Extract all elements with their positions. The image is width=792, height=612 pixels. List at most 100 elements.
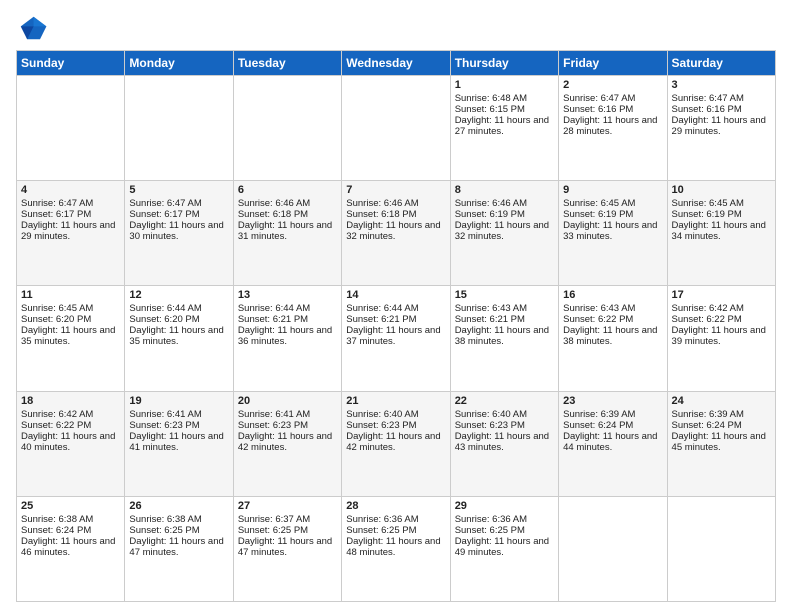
sunset-text: Sunset: 6:17 PM (21, 209, 91, 220)
calendar-cell (17, 76, 125, 181)
sunrise-text: Sunrise: 6:45 AM (563, 198, 635, 209)
daylight-text: Daylight: 11 hours and 41 minutes. (129, 431, 223, 453)
calendar-cell: 28 Sunrise: 6:36 AMSunset: 6:25 PMDayligh… (342, 496, 450, 601)
calendar-cell: 26 Sunrise: 6:38 AMSunset: 6:25 PMDayligh… (125, 496, 233, 601)
daylight-text: Daylight: 11 hours and 35 minutes. (21, 325, 115, 347)
day-number: 23 (563, 395, 662, 407)
calendar-cell (559, 496, 667, 601)
day-number: 18 (21, 395, 120, 407)
sunset-text: Sunset: 6:15 PM (455, 104, 525, 115)
calendar-cell: 23Sunrise: 6:39 AMSunset: 6:24 PMDayligh… (559, 391, 667, 496)
day-number: 25 (21, 500, 120, 512)
sunrise-text: Sunrise: 6:40 AM (455, 409, 527, 420)
day-header-sunday: Sunday (17, 51, 125, 76)
day-number: 16 (563, 289, 662, 301)
daylight-text: Daylight: 11 hours and 49 minutes. (455, 536, 549, 558)
sunset-text: Sunset: 6:19 PM (672, 209, 742, 220)
sunrise-text: Sunrise: 6:47 AM (129, 198, 201, 209)
daylight-text: Daylight: 11 hours and 30 minutes. (129, 220, 223, 242)
day-number: 26 (129, 500, 228, 512)
calendar-cell: 24Sunrise: 6:39 AMSunset: 6:24 PMDayligh… (667, 391, 775, 496)
calendar-cell: 8Sunrise: 6:46 AMSunset: 6:19 PMDaylight… (450, 181, 558, 286)
calendar-header-row: SundayMondayTuesdayWednesdayThursdayFrid… (17, 51, 776, 76)
day-number: 12 (129, 289, 228, 301)
sunset-text: Sunset: 6:23 PM (455, 420, 525, 431)
sunrise-text: Sunrise: 6:44 AM (238, 303, 310, 314)
sunset-text: Sunset: 6:20 PM (21, 314, 91, 325)
calendar-cell: 21Sunrise: 6:40 AMSunset: 6:23 PMDayligh… (342, 391, 450, 496)
sunrise-text: Sunrise: 6:38 AM (129, 514, 201, 525)
sunset-text: Sunset: 6:16 PM (563, 104, 633, 115)
day-number: 19 (129, 395, 228, 407)
day-header-saturday: Saturday (667, 51, 775, 76)
sunset-text: Sunset: 6:25 PM (455, 525, 525, 536)
sunset-text: Sunset: 6:21 PM (346, 314, 416, 325)
day-number: 28 (346, 500, 445, 512)
sunset-text: Sunset: 6:19 PM (563, 209, 633, 220)
daylight-text: Daylight: 11 hours and 42 minutes. (238, 431, 332, 453)
sunrise-text: Sunrise: 6:42 AM (672, 303, 744, 314)
week-row-0: 1Sunrise: 6:48 AMSunset: 6:15 PMDaylight… (17, 76, 776, 181)
calendar-cell: 29Sunrise: 6:36 AMSunset: 6:25 PMDayligh… (450, 496, 558, 601)
day-number: 8 (455, 184, 554, 196)
daylight-text: Daylight: 11 hours and 31 minutes. (238, 220, 332, 242)
day-number: 29 (455, 500, 554, 512)
sunrise-text: Sunrise: 6:47 AM (672, 93, 744, 104)
day-number: 5 (129, 184, 228, 196)
sunset-text: Sunset: 6:23 PM (346, 420, 416, 431)
sunset-text: Sunset: 6:19 PM (455, 209, 525, 220)
day-header-tuesday: Tuesday (233, 51, 341, 76)
calendar-cell: 14Sunrise: 6:44 AMSunset: 6:21 PMDayligh… (342, 286, 450, 391)
daylight-text: Daylight: 11 hours and 36 minutes. (238, 325, 332, 347)
calendar-cell: 20Sunrise: 6:41 AMSunset: 6:23 PMDayligh… (233, 391, 341, 496)
calendar-cell (233, 76, 341, 181)
sunset-text: Sunset: 6:25 PM (346, 525, 416, 536)
daylight-text: Daylight: 11 hours and 43 minutes. (455, 431, 549, 453)
day-number: 22 (455, 395, 554, 407)
sunrise-text: Sunrise: 6:39 AM (672, 409, 744, 420)
daylight-text: Daylight: 11 hours and 45 minutes. (672, 431, 766, 453)
day-number: 21 (346, 395, 445, 407)
calendar-cell (342, 76, 450, 181)
daylight-text: Daylight: 11 hours and 34 minutes. (672, 220, 766, 242)
calendar-cell: 5 Sunrise: 6:47 AMSunset: 6:17 PMDaylight… (125, 181, 233, 286)
daylight-text: Daylight: 11 hours and 48 minutes. (346, 536, 440, 558)
week-row-2: 11Sunrise: 6:45 AMSunset: 6:20 PMDayligh… (17, 286, 776, 391)
day-number: 20 (238, 395, 337, 407)
calendar-cell: 18Sunrise: 6:42 AMSunset: 6:22 PMDayligh… (17, 391, 125, 496)
calendar-cell: 16Sunrise: 6:43 AMSunset: 6:22 PMDayligh… (559, 286, 667, 391)
daylight-text: Daylight: 11 hours and 39 minutes. (672, 325, 766, 347)
daylight-text: Daylight: 11 hours and 29 minutes. (672, 115, 766, 137)
calendar-cell: 27Sunrise: 6:37 AMSunset: 6:25 PMDayligh… (233, 496, 341, 601)
sunset-text: Sunset: 6:17 PM (129, 209, 199, 220)
header (16, 12, 776, 44)
sunset-text: Sunset: 6:21 PM (455, 314, 525, 325)
day-header-wednesday: Wednesday (342, 51, 450, 76)
logo (16, 12, 52, 44)
sunrise-text: Sunrise: 6:47 AM (21, 198, 93, 209)
sunrise-text: Sunrise: 6:36 AM (346, 514, 418, 525)
sunrise-text: Sunrise: 6:46 AM (238, 198, 310, 209)
sunset-text: Sunset: 6:25 PM (238, 525, 308, 536)
sunset-text: Sunset: 6:22 PM (672, 314, 742, 325)
sunrise-text: Sunrise: 6:39 AM (563, 409, 635, 420)
day-header-friday: Friday (559, 51, 667, 76)
calendar-cell: 13Sunrise: 6:44 AMSunset: 6:21 PMDayligh… (233, 286, 341, 391)
sunset-text: Sunset: 6:25 PM (129, 525, 199, 536)
calendar-cell (125, 76, 233, 181)
sunrise-text: Sunrise: 6:41 AM (238, 409, 310, 420)
daylight-text: Daylight: 11 hours and 27 minutes. (455, 115, 549, 137)
sunset-text: Sunset: 6:23 PM (129, 420, 199, 431)
daylight-text: Daylight: 11 hours and 32 minutes. (346, 220, 440, 242)
daylight-text: Daylight: 11 hours and 33 minutes. (563, 220, 657, 242)
page: SundayMondayTuesdayWednesdayThursdayFrid… (0, 0, 792, 612)
day-number: 6 (238, 184, 337, 196)
daylight-text: Daylight: 11 hours and 28 minutes. (563, 115, 657, 137)
calendar-cell: 15Sunrise: 6:43 AMSunset: 6:21 PMDayligh… (450, 286, 558, 391)
daylight-text: Daylight: 11 hours and 38 minutes. (563, 325, 657, 347)
daylight-text: Daylight: 11 hours and 47 minutes. (129, 536, 223, 558)
sunset-text: Sunset: 6:24 PM (563, 420, 633, 431)
sunrise-text: Sunrise: 6:44 AM (346, 303, 418, 314)
sunrise-text: Sunrise: 6:45 AM (672, 198, 744, 209)
sunset-text: Sunset: 6:20 PM (129, 314, 199, 325)
